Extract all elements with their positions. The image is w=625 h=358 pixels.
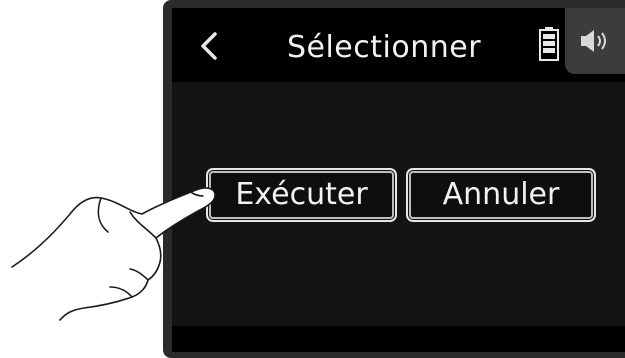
stage: Sélectionner Exécuter Annuler [0, 0, 625, 358]
chevron-left-icon [201, 32, 217, 60]
cancel-button[interactable]: Annuler [406, 168, 596, 222]
page-title: Sélectionner [286, 30, 482, 65]
bottom-bar [172, 326, 625, 352]
battery-icon [538, 26, 560, 62]
execute-button[interactable]: Exécuter [206, 168, 397, 222]
top-bar: Sélectionner [172, 8, 625, 82]
speaker-icon [581, 30, 606, 52]
speaker-button[interactable] [565, 8, 625, 74]
back-button[interactable] [190, 26, 230, 66]
device-screen: Sélectionner Exécuter Annuler [172, 8, 625, 352]
